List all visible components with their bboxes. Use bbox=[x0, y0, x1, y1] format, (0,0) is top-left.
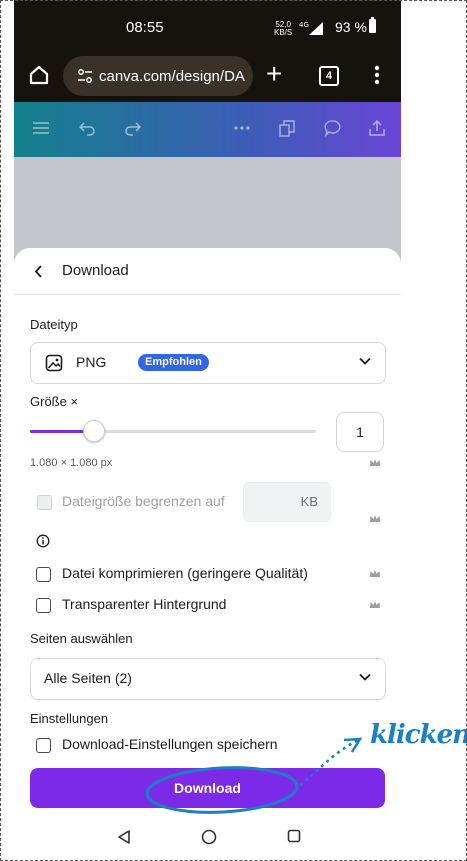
status-bar: 08:55 52,0 KB/S 4G 93 % bbox=[14, 0, 401, 50]
chevron-down-icon bbox=[359, 357, 371, 365]
pages-select[interactable]: Alle Seiten (2) bbox=[30, 658, 386, 700]
site-settings-icon[interactable] bbox=[77, 68, 93, 84]
download-sheet: Download Dateityp PNG Empfohlen Größe × … bbox=[14, 248, 401, 861]
back-chevron-icon[interactable] bbox=[34, 265, 43, 278]
system-nav-bar bbox=[14, 815, 401, 861]
size-slider-thumb[interactable] bbox=[83, 420, 105, 442]
address-bar[interactable]: canva.com/design/DA bbox=[63, 56, 253, 96]
crown-icon bbox=[370, 515, 380, 522]
image-icon bbox=[45, 354, 63, 372]
sheet-title: Download bbox=[62, 262, 129, 279]
chevron-down-icon bbox=[359, 673, 371, 681]
size-slider[interactable] bbox=[30, 430, 316, 433]
transparent-checkbox[interactable] bbox=[36, 598, 51, 613]
sheet-header: Download bbox=[14, 248, 401, 295]
phone-screen: 08:55 52,0 KB/S 4G 93 % canva.com/design… bbox=[14, 0, 401, 861]
limit-filesize-label: Dateigröße begrenzen auf bbox=[62, 493, 225, 509]
canva-toolbar bbox=[14, 102, 401, 157]
pages-label: Seiten auswählen bbox=[30, 631, 133, 646]
tab-switcher-button[interactable]: 4 bbox=[319, 66, 339, 86]
download-button[interactable]: Download bbox=[30, 768, 385, 808]
share-icon[interactable] bbox=[368, 119, 386, 137]
more-options-icon[interactable] bbox=[233, 119, 251, 137]
battery-percent: 93 % bbox=[335, 19, 367, 35]
pages-value: Alle Seiten (2) bbox=[44, 670, 132, 686]
new-tab-icon[interactable]: + bbox=[266, 60, 282, 88]
crown-icon bbox=[370, 601, 380, 608]
size-input[interactable]: 1 bbox=[336, 412, 384, 452]
settings-label: Einstellungen bbox=[30, 711, 109, 726]
recents-nav-icon[interactable] bbox=[287, 829, 301, 843]
crown-icon bbox=[370, 459, 380, 466]
info-icon[interactable] bbox=[36, 534, 50, 548]
compress-label: Datei komprimieren (geringere Qualität) bbox=[62, 565, 308, 581]
compress-checkbox[interactable] bbox=[36, 567, 51, 582]
home-icon[interactable] bbox=[28, 64, 50, 86]
limit-filesize-checkbox[interactable] bbox=[37, 495, 52, 510]
file-type-label: Dateityp bbox=[30, 317, 78, 332]
home-nav-icon[interactable] bbox=[201, 829, 217, 845]
battery-icon bbox=[369, 17, 376, 33]
comment-icon[interactable] bbox=[324, 119, 342, 137]
size-label: Größe × bbox=[30, 394, 79, 409]
filesize-input[interactable]: KB bbox=[243, 482, 331, 522]
hamburger-menu-icon[interactable] bbox=[32, 119, 50, 137]
file-type-value: PNG bbox=[76, 354, 107, 370]
file-type-select[interactable]: PNG Empfohlen bbox=[30, 342, 386, 384]
dimensions-text: 1.080 × 1.080 px bbox=[30, 457, 113, 469]
clock: 08:55 bbox=[126, 19, 164, 36]
redo-icon[interactable] bbox=[124, 119, 142, 137]
save-settings-checkbox[interactable] bbox=[36, 738, 51, 753]
save-settings-label: Download-Einstellungen speichern bbox=[62, 736, 278, 752]
signal-icon: 4G bbox=[299, 21, 323, 35]
back-nav-icon[interactable] bbox=[117, 829, 131, 845]
net-speed: 52,0 KB/S bbox=[274, 20, 293, 37]
browser-toolbar: canva.com/design/DA + 4 bbox=[14, 50, 401, 102]
more-menu-icon[interactable] bbox=[374, 64, 380, 86]
svg-text:4G: 4G bbox=[299, 21, 309, 29]
recommended-badge: Empfohlen bbox=[138, 354, 209, 371]
undo-icon[interactable] bbox=[78, 119, 96, 137]
pages-icon[interactable] bbox=[278, 119, 296, 137]
url-text[interactable]: canva.com/design/DA bbox=[99, 68, 245, 85]
transparent-label: Transparenter Hintergrund bbox=[62, 596, 227, 612]
filesize-unit: KB bbox=[300, 494, 318, 509]
annotation-text: klicken bbox=[370, 720, 467, 750]
crown-icon bbox=[370, 570, 380, 577]
